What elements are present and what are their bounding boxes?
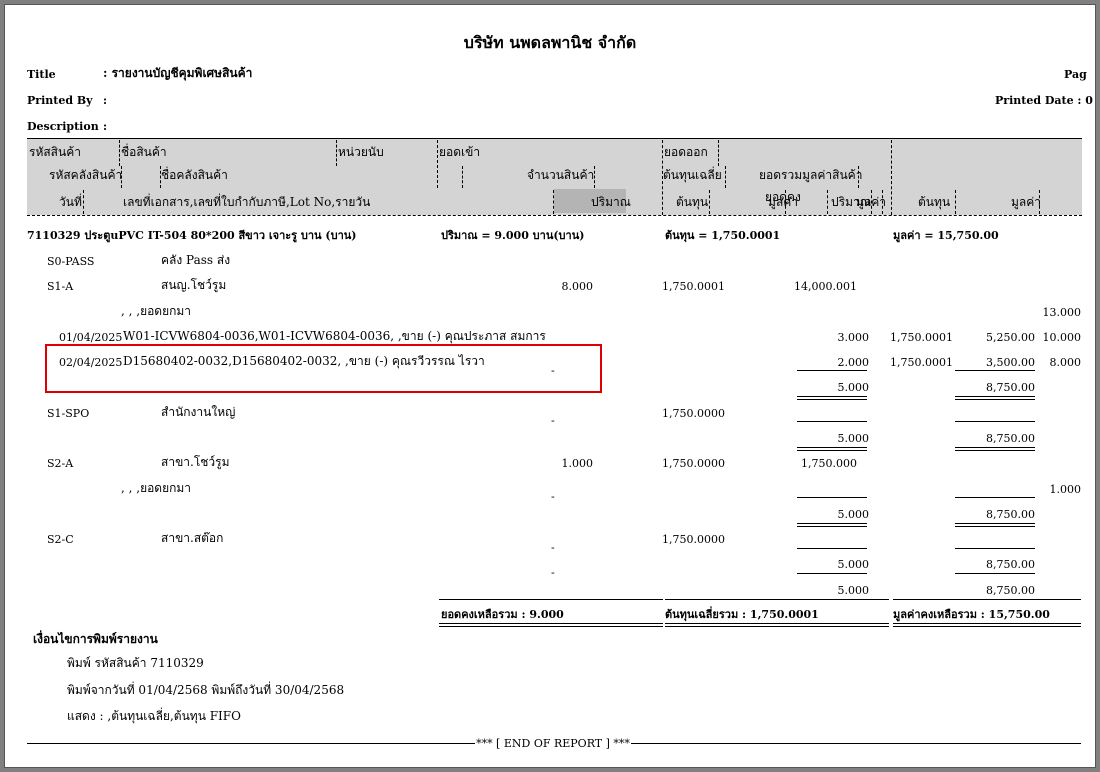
cell-balance: 13.000 <box>1042 306 1082 319</box>
col-product-name: ชื่อสินค้า <box>121 145 167 159</box>
warehouse-name: สำนักงานใหญ่ <box>161 405 236 419</box>
cell-cost: 1,750.0001 <box>890 331 953 344</box>
col-in-total: ยอดเข้า <box>439 145 481 159</box>
subtotal-qty: 5.000 <box>837 584 870 597</box>
col-warehouse-name: ชื่อคลังสินค้า <box>161 168 228 182</box>
warehouse-code: S1-SPO <box>47 407 90 420</box>
cell-qty: 3.000 <box>837 331 870 344</box>
col-unit: หน่วยนับ <box>338 145 384 159</box>
col-value-out: มูลค่า <box>856 195 887 209</box>
warehouse-name: คลัง Pass ส่ง <box>161 253 231 267</box>
txn-document: W01-ICVW6804-0036,W01-ICVW6804-0036, ,ขา… <box>123 329 546 343</box>
page-label: Pag <box>1064 68 1087 81</box>
cell-balance: 8.000 <box>1049 356 1082 369</box>
product-value: มูลค่า = 15,750.00 <box>893 229 999 242</box>
col-document: เลขที่เอกสาร,เลขที่ใบกำกับภาษี,Lot No,รา… <box>123 195 371 209</box>
empty-dash: - <box>551 414 555 427</box>
col-quantity: จำนวนสินค้า <box>527 168 595 182</box>
conditions-heading: เงื่อนไขการพิมพ์รายงาน <box>33 632 158 646</box>
empty-dash: - <box>551 566 555 579</box>
empty-dash: - <box>551 541 555 554</box>
total-qty: ยอดคงเหลือรวม : 9.000 <box>441 608 564 621</box>
col-average-cost: ต้นทุนเฉลี่ย <box>663 168 722 182</box>
cell-value: 3,500.00 <box>986 356 1035 369</box>
subtotal-qty: 5.000 <box>837 432 870 445</box>
cell-cost: 1,750.0000 <box>662 457 725 470</box>
col-date: วันที่ <box>59 195 82 209</box>
printed-by-value: : <box>103 94 108 107</box>
subtotal-value: 8,750.00 <box>986 584 1035 597</box>
col-value-in: มูลค่า <box>768 195 799 209</box>
col-out-total: ยอดออก <box>664 145 708 159</box>
empty-dash: - <box>551 490 555 503</box>
warehouse-code: S2-A <box>47 457 74 470</box>
subtotal-value: 8,750.00 <box>986 432 1035 445</box>
cell-cost: 1,750.0000 <box>662 407 725 420</box>
company-name: บริษัท นพดลพานิช จำกัด <box>463 33 637 52</box>
cell-qty: 1.000 <box>561 457 594 470</box>
title-value: : รายงานบัญชีคุมพิเศษสินค้า <box>103 66 253 80</box>
highlight-box <box>45 344 602 393</box>
warehouse-code: S2-C <box>47 533 74 546</box>
printed-date: Printed Date : 0 <box>995 94 1093 107</box>
product-qty: ปริมาณ = 9.000 บาน(บาน) <box>441 229 585 242</box>
subtotal-value: 8,750.00 <box>986 508 1035 521</box>
subtotal-qty: 5.000 <box>837 381 870 394</box>
subtotal-qty: 5.000 <box>837 508 870 521</box>
col-total-value: ยอดรวมมูลค่าสินค้า <box>759 168 863 182</box>
col-warehouse-code: รหัสคลังสินค้า <box>49 168 123 182</box>
warehouse-name: สาขา.สต๊อก <box>161 531 224 545</box>
total-cost: ต้นทุนเฉลี่ยรวม : 1,750.0001 <box>665 608 819 621</box>
title-label: Title <box>27 68 56 81</box>
warehouse-code: S0-PASS <box>47 255 95 268</box>
product-cost: ต้นทุน = 1,750.0001 <box>665 229 781 242</box>
cell-qty: 2.000 <box>837 356 870 369</box>
col-cost-balance: ต้นทุน <box>918 195 951 209</box>
col-qty-in: ปริมาณ <box>591 195 631 209</box>
col-value-balance: มูลค่า <box>1011 195 1042 209</box>
condition-line: พิมพ์จากวันที่ 01/04/2568 พิมพ์ถึงวันที่… <box>67 683 345 697</box>
report-page: บริษัท นพดลพานิช จำกัด Title : รายงานบัญ… <box>4 4 1096 768</box>
txn-date: 01/04/2025 <box>59 331 123 344</box>
total-value: มูลค่าคงเหลือรวม : 15,750.00 <box>893 608 1050 621</box>
subtotal-value: 8,750.00 <box>986 558 1035 571</box>
cell-qty: 8.000 <box>561 280 594 293</box>
carry-forward: , , ,ยอดยกมา <box>121 481 192 495</box>
subtotal-qty: 5.000 <box>837 558 870 571</box>
warehouse-code: S1-A <box>47 280 74 293</box>
condition-line: พิมพ์ รหัสสินค้า 7110329 <box>67 656 204 670</box>
header-bottom-rule <box>27 215 1082 216</box>
col-cost-in: ต้นทุน <box>676 195 709 209</box>
subtotal-value: 8,750.00 <box>986 381 1035 394</box>
cell-value: 14,000.001 <box>794 280 857 293</box>
cell-value: 1,750.000 <box>801 457 857 470</box>
printed-by-label: Printed By <box>27 94 93 107</box>
warehouse-name: สาขา.โชว์รูม <box>161 455 230 469</box>
cell-value: 5,250.00 <box>986 331 1035 344</box>
product-line: 7110329 ประตูuPVC IT-504 80*200 สีขาว เจ… <box>27 229 357 242</box>
description-label: Description <box>27 120 99 133</box>
cell-cost: 1,750.0000 <box>662 533 725 546</box>
col-product-code: รหัสสินค้า <box>29 145 81 159</box>
cell-cost: 1,750.0001 <box>662 280 725 293</box>
cell-cost: 1,750.0001 <box>890 356 953 369</box>
description-value: : <box>103 120 108 133</box>
warehouse-name: สนญ.โชว์รูม <box>161 278 227 292</box>
cell-balance: 1.000 <box>1049 483 1082 496</box>
cell-balance: 10.000 <box>1042 331 1082 344</box>
condition-line: แสดง : ,ต้นทุนเฉลี่ย,ต้นทุน FIFO <box>67 709 241 723</box>
header-top-rule <box>27 138 1082 139</box>
carry-forward: , , ,ยอดยกมา <box>121 304 192 318</box>
end-of-report: *** [ END OF REPORT ] *** <box>476 737 630 750</box>
